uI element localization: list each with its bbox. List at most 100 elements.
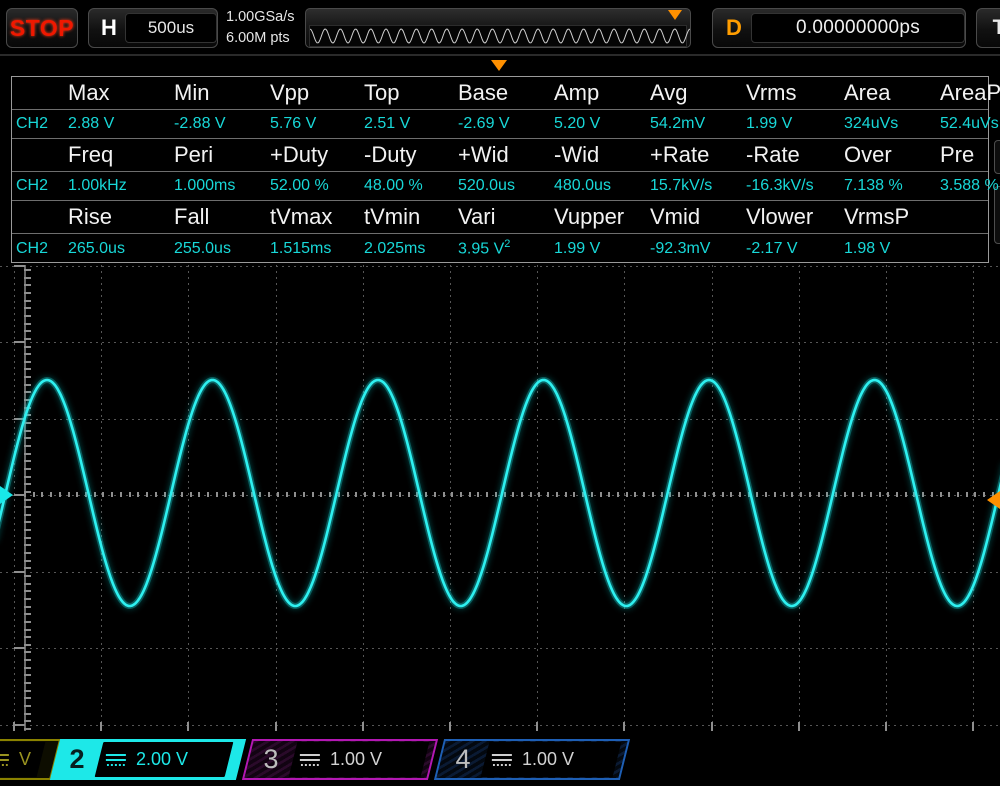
channel-2-button[interactable]: 2 2.00 V [50,739,246,780]
channel-2-volts-per-div: 2.00 V [136,749,188,770]
channel2-waveform-trace [0,265,1000,731]
measurement-header-avg: Avg [650,80,746,106]
measurement-group: RiseFalltVmaxtVminVariVupperVmidVlowerVr… [12,201,988,263]
navigation-waveform-thumbnail [309,25,687,47]
trigger-menu-button[interactable]: T [976,8,1000,48]
waveform-display-area[interactable] [0,265,1000,731]
measurement-header--wid: +Wid [458,142,554,168]
channel-4-button[interactable]: 4 1.00 V [434,739,630,780]
measurement-header-tvmin: tVmin [364,204,458,230]
top-status-bar: STOP H 500us 1.00GSa/s 6.00M pts D 0.000… [0,0,1000,56]
measurement-value-vrms: 1.99 V [746,115,844,133]
channel-4-body: 1.00 V [481,742,622,777]
measurement-value--duty: 52.00 % [270,177,364,195]
channel-ground-marker-icon[interactable] [0,486,13,504]
measurement-header-max: Max [68,80,174,106]
measurement-value-vrmsp: 1.98 V [844,240,940,258]
measurement-header-rise: Rise [68,204,174,230]
sample-rate-label: 1.00GSa/s [226,7,312,28]
measurement-value--rate: -16.3kV/s [746,177,844,195]
measurement-header--duty: +Duty [270,142,364,168]
channel-status-bar: 1 V 2 2.00 V 3 1.00 V 4 [0,733,1000,786]
measurement-header-row: RiseFalltVmaxtVminVariVupperVmidVlowerVr… [12,201,988,233]
delay-value[interactable]: 0.00000000ps [751,13,965,43]
measurement-value-min: -2.88 V [174,115,270,133]
measurement-header-vari: Vari [458,204,554,230]
measurement-header--rate: -Rate [746,142,844,168]
measurement-value-over: 7.138 % [844,177,940,195]
trigger-position-marker-icon[interactable] [491,60,507,71]
measurement-header-vrmsp: VrmsP [844,204,940,230]
measurement-value-rise: 265.0us [68,240,174,258]
delay-offset-control[interactable]: D 0.00000000ps [712,8,966,48]
timebase-value[interactable]: 500us [125,13,217,43]
channel-3-volts-per-div: 1.00 V [330,749,382,770]
measurement-header-fall: Fall [174,204,270,230]
measurement-channel-label: CH2 [12,240,68,258]
measurement-value-peri: 1.000ms [174,177,270,195]
dc-coupling-icon [299,752,321,768]
measurement-header-min: Min [174,80,270,106]
channel-3-button[interactable]: 3 1.00 V [242,739,438,780]
measurement-value-vlower: -2.17 V [746,240,844,258]
measurement-value-freq: 1.00kHz [68,177,174,195]
horizontal-timebase-control[interactable]: H 500us [88,8,218,48]
channel-2-body: 2.00 V [95,742,234,777]
measurement-header-base: Base [458,80,554,106]
measurement-header-areap: AreaP [940,80,1000,106]
channel-1-body: V [0,742,45,777]
measurement-header-vupper: Vupper [554,204,650,230]
measurement-header--rate: +Rate [650,142,746,168]
measurement-header-over: Over [844,142,940,168]
measurement-group: MaxMinVppTopBaseAmpAvgVrmsAreaAreaPCH22.… [12,77,988,139]
measurement-header-pre: Pre [940,142,1000,168]
run-stop-label: STOP [10,15,74,42]
measurement-value-tvmin: 2.025ms [364,240,458,258]
measurement-header-vlower: Vlower [746,204,844,230]
channel-1-volts-per-div: V [19,749,31,770]
horizontal-icon: H [97,15,121,41]
measurement-value-amp: 5.20 V [554,115,650,133]
topbar-divider [0,54,1000,56]
measurement-value--rate: 15.7kV/s [650,177,746,195]
waveform-navigation-preview[interactable] [305,8,691,48]
measurement-value-vmid: -92.3mV [650,240,746,258]
trigger-level-marker-icon[interactable] [987,491,1000,509]
measurement-value--duty: 48.00 % [364,177,458,195]
nav-trigger-marker-icon [668,10,682,20]
measurement-header--wid: -Wid [554,142,650,168]
delay-icon: D [721,15,747,41]
dc-coupling-icon [0,752,10,768]
measurement-header-vmid: Vmid [650,204,746,230]
measurement-value-base: -2.69 V [458,115,554,133]
measurement-value-vupper: 1.99 V [554,240,650,258]
measurement-value--wid: 480.0us [554,177,650,195]
measurement-value-tvmax: 1.515ms [270,240,364,258]
measurement-value-area: 324uVs [844,115,940,133]
measurement-table[interactable]: MaxMinVppTopBaseAmpAvgVrmsAreaAreaPCH22.… [11,76,989,263]
measurement-value-vari: 3.95 V2 [458,238,554,258]
measurement-group: FreqPeri+Duty-Duty+Wid-Wid+Rate-RateOver… [12,139,988,201]
channel-3-body: 1.00 V [289,742,430,777]
measurement-value-row[interactable]: CH22.88 V-2.88 V5.76 V2.51 V-2.69 V5.20 … [12,109,988,139]
measurement-header-vpp: Vpp [270,80,364,106]
dc-coupling-icon [105,752,127,768]
acquisition-info: 1.00GSa/s 6.00M pts [226,6,312,50]
measurement-value-avg: 54.2mV [650,115,746,133]
measurement-value-row[interactable]: CH2265.0us255.0us1.515ms2.025ms3.95 V21.… [12,233,988,263]
channel-4-volts-per-div: 1.00 V [522,749,574,770]
run-stop-status-button[interactable]: STOP [6,8,78,48]
measurement-value-fall: 255.0us [174,240,270,258]
measurement-header--duty: -Duty [364,142,458,168]
measurement-value-max: 2.88 V [68,115,174,133]
measurement-value-row[interactable]: CH21.00kHz1.000ms52.00 %48.00 %520.0us48… [12,171,988,201]
measurement-value-vpp: 5.76 V [270,115,364,133]
trigger-button-label: T [993,16,1000,40]
measurement-header-peri: Peri [174,142,270,168]
channel-3-number: 3 [249,744,293,775]
measurement-header-area: Area [844,80,940,106]
measurement-value--wid: 520.0us [458,177,554,195]
measurement-value-pre: 3.588 % [940,177,1000,195]
measurement-channel-label: CH2 [12,115,68,133]
channel-4-number: 4 [441,744,485,775]
